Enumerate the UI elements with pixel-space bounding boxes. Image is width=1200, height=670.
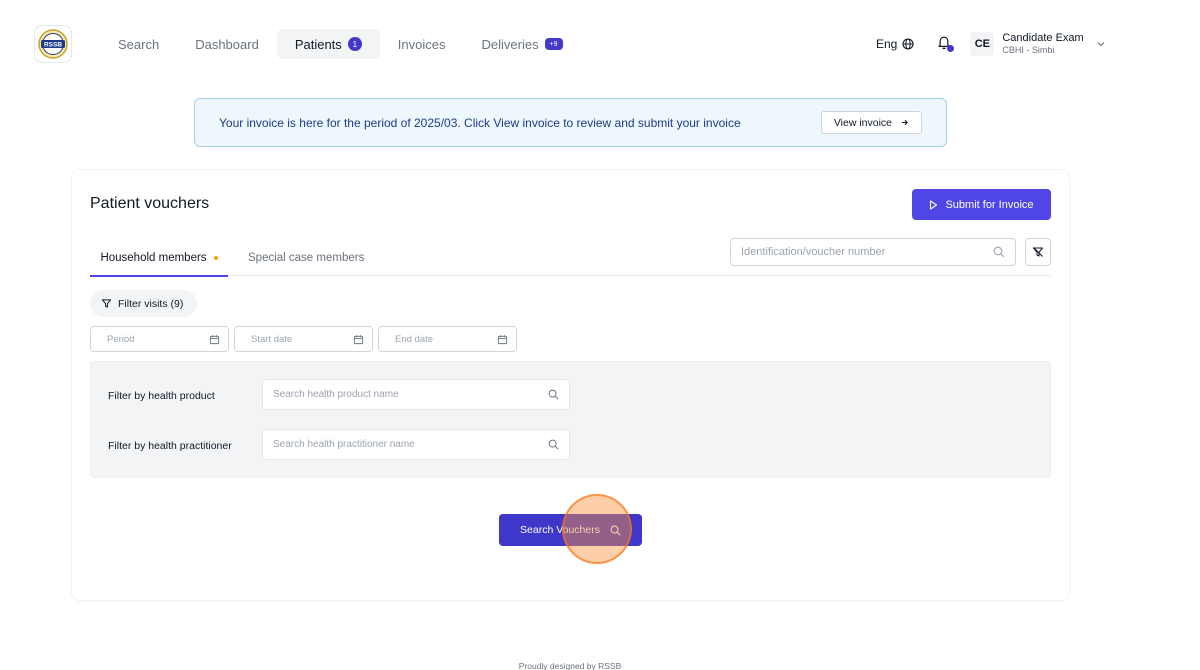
identification-search (730, 238, 1016, 266)
calendar-icon[interactable] (209, 334, 220, 345)
banner-message: Your invoice is here for the period of 2… (219, 115, 741, 130)
identification-search-input[interactable] (741, 246, 971, 258)
invoice-notice-banner: Your invoice is here for the period of 2… (194, 98, 947, 147)
tab-label: Special case members (248, 252, 365, 264)
view-invoice-button[interactable]: View invoice (820, 111, 922, 134)
rssb-logo-icon: RSSB (38, 29, 68, 59)
tab-indicator-dot (213, 255, 218, 260)
advanced-filter-panel: Filter by health product Filter by healt… (90, 361, 1051, 478)
notifications-button[interactable] (936, 35, 955, 53)
search-icon[interactable] (548, 389, 559, 400)
start-date-field (234, 326, 373, 352)
tab-special-case-members[interactable]: Special case members (248, 240, 364, 276)
period-field (90, 326, 229, 352)
calendar-icon[interactable] (353, 334, 364, 345)
health-product-filter-label: Filter by health product (108, 390, 215, 402)
avatar[interactable]: CE (970, 32, 995, 56)
language-switcher[interactable]: Eng (876, 37, 914, 51)
health-practitioner-filter-label: Filter by health practitioner (108, 440, 232, 452)
tab-label: Household members (100, 251, 207, 264)
nav-item-label: Invoices (397, 36, 446, 52)
search-icon[interactable] (993, 246, 1005, 258)
header-actions: Eng CE Candidate Exam CBHI - Simbi (876, 28, 1106, 60)
footer-credit: Proudly designed by RSSB (518, 661, 622, 670)
patient-vouchers-card: Patient vouchers Submit for Invoice Hous… (72, 170, 1069, 600)
deliveries-count-badge: +9 (544, 38, 563, 50)
search-icon (610, 525, 621, 535)
language-label: Eng (876, 37, 898, 51)
notification-dot (947, 45, 955, 52)
user-organization: CBHI - Simbi (1002, 45, 1055, 55)
nav-item-patients[interactable]: Patients 1 (276, 29, 380, 59)
rssb-logo[interactable]: RSSB (34, 25, 72, 63)
health-product-search (262, 379, 570, 410)
chevron-down-icon[interactable] (1096, 39, 1106, 49)
nav-item-search[interactable]: Search (100, 29, 177, 59)
filter-off-icon (1033, 247, 1043, 257)
filter-visits-label: Filter visits (9) (118, 297, 184, 310)
nav-item-label: Dashboard (195, 36, 259, 52)
end-date-input[interactable] (395, 333, 485, 345)
user-info[interactable]: Candidate Exam CBHI - Simbi (1002, 32, 1083, 56)
view-invoice-label: View invoice (833, 116, 892, 129)
search-vouchers-label: Search Vouchers (520, 524, 600, 536)
health-practitioner-search (262, 429, 570, 460)
clear-filter-button[interactable] (1025, 238, 1051, 266)
end-date-field (378, 326, 517, 352)
nav-item-dashboard[interactable]: Dashboard (177, 29, 277, 59)
logo-text: RSSB (44, 41, 62, 48)
nav-item-label: Deliveries (481, 36, 539, 52)
patients-count-badge: 1 (347, 37, 362, 51)
start-date-input[interactable] (251, 333, 341, 345)
arrow-right-icon (901, 119, 908, 126)
filter-icon (101, 299, 112, 308)
main-nav: Search Dashboard Patients 1 Invoices Del… (100, 29, 581, 59)
health-practitioner-search-input[interactable] (273, 439, 523, 450)
nav-item-label: Patients (294, 36, 342, 52)
submit-label: Submit for Invoice (945, 198, 1034, 211)
calendar-icon[interactable] (497, 334, 508, 345)
play-icon (930, 199, 938, 210)
page-title: Patient vouchers (90, 195, 210, 212)
nav-item-label: Search (118, 36, 160, 52)
top-navigation-bar: RSSB Search Dashboard Patients 1 Invoice… (0, 0, 1200, 86)
tab-household-members[interactable]: Household members (90, 240, 228, 277)
filter-visits-chip[interactable]: Filter visits (9) (90, 290, 198, 317)
globe-icon (902, 38, 914, 50)
search-vouchers-button[interactable]: Search Vouchers (499, 514, 642, 546)
submit-for-invoice-button[interactable]: Submit for Invoice (912, 189, 1051, 220)
nav-item-deliveries[interactable]: Deliveries +9 (464, 29, 581, 59)
period-input[interactable] (107, 333, 197, 345)
user-name: Candidate Exam (1002, 32, 1084, 44)
nav-item-invoices[interactable]: Invoices (380, 29, 464, 59)
health-product-search-input[interactable] (273, 389, 523, 400)
search-icon[interactable] (548, 439, 559, 450)
